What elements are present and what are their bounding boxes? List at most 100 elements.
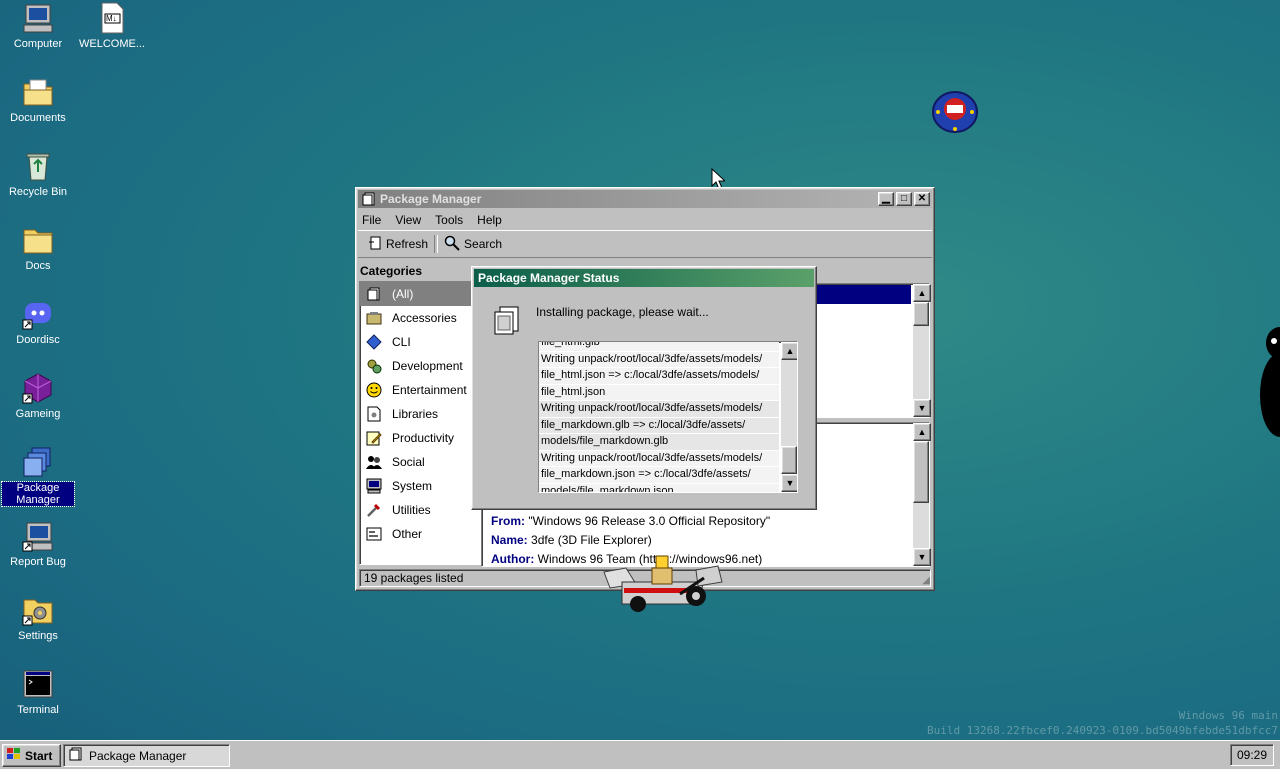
desktop-icon-documents[interactable]: Documents xyxy=(2,76,74,124)
category-libraries[interactable]: Libraries xyxy=(360,402,480,426)
other-icon xyxy=(366,526,382,542)
install-log-lines: file_html.glb Writing unpack/root/local/… xyxy=(539,342,779,492)
maximize-button[interactable]: □ xyxy=(896,192,912,206)
log-line: Writing unpack/root/local/3dfe/assets/mo… xyxy=(539,351,779,368)
scroll-thumb[interactable] xyxy=(913,302,929,326)
menu-view[interactable]: View xyxy=(395,213,421,227)
category-other[interactable]: Other xyxy=(360,522,480,546)
category-all[interactable]: (All) xyxy=(360,282,480,306)
utilities-tools-icon xyxy=(366,502,382,518)
install-log[interactable]: file_html.glb Writing unpack/root/local/… xyxy=(538,341,798,493)
category-utilities[interactable]: Utilities xyxy=(360,498,480,522)
details-name-row: Name: 3dfe (3D File Explorer) xyxy=(491,533,652,547)
category-system[interactable]: System xyxy=(360,474,480,498)
log-line: models/file_markdown.glb xyxy=(539,434,779,451)
desktop-icon-label: Gameing xyxy=(15,408,61,420)
install-log-scrollbar[interactable]: ▲ ▼ xyxy=(781,342,797,492)
desktop-icon-docs[interactable]: Docs xyxy=(2,224,74,272)
game-cube-icon xyxy=(22,372,54,404)
log-line: file_html.json => c:/local/3dfe/assets/m… xyxy=(539,368,779,385)
scroll-up-button[interactable]: ▲ xyxy=(913,284,931,302)
scroll-thumb[interactable] xyxy=(781,446,797,474)
close-button[interactable]: ✕ xyxy=(914,192,930,206)
taskbar-button-label: Package Manager xyxy=(89,748,187,763)
all-packages-icon xyxy=(366,286,382,302)
toy-car-figure xyxy=(600,548,730,620)
scroll-thumb[interactable] xyxy=(913,441,929,503)
category-productivity[interactable]: Productivity xyxy=(360,426,480,450)
markdown-file-icon: M↓ xyxy=(96,2,128,34)
scroll-up-button[interactable]: ▲ xyxy=(781,342,797,360)
minimize-button[interactable]: ▁ xyxy=(878,192,894,206)
details-from-value: "Windows 96 Release 3.0 Official Reposit… xyxy=(528,514,771,528)
details-name-value: 3dfe (3D File Explorer) xyxy=(531,533,652,547)
smiley-icon xyxy=(366,382,382,398)
details-from-label: From: xyxy=(491,514,525,528)
windows-logo-icon xyxy=(6,747,22,764)
desktop-icon-settings[interactable]: Settings xyxy=(2,594,74,642)
desktop-icon-label: Doordisc xyxy=(16,334,60,346)
log-line: Writing unpack/root/local/3dfe/assets/mo… xyxy=(539,401,779,418)
package-manager-icon xyxy=(22,446,54,478)
desktop-icon-computer[interactable]: Computer xyxy=(2,2,74,50)
dialog-title: Package Manager Status xyxy=(478,271,620,285)
scroll-down-button[interactable]: ▼ xyxy=(913,548,931,566)
desktop-icon-gameing[interactable]: Gameing xyxy=(2,372,74,420)
menu-help[interactable]: Help xyxy=(477,213,502,227)
scroll-down-button[interactable]: ▼ xyxy=(913,399,931,417)
desktop-icon-welcome[interactable]: M↓ WELCOME... xyxy=(76,2,148,50)
desktop-icon-doordisc[interactable]: Doordisc xyxy=(2,298,74,346)
social-people-icon xyxy=(366,454,382,470)
window-titlebar[interactable]: Package Manager ▁ □ ✕ xyxy=(358,190,932,208)
settings-icon xyxy=(22,594,54,626)
markdown-badge: M↓ xyxy=(106,14,117,23)
category-development[interactable]: Development xyxy=(360,354,480,378)
search-button[interactable]: Search xyxy=(438,234,508,254)
dialog-titlebar[interactable]: Package Manager Status xyxy=(474,269,814,287)
menu-tools[interactable]: Tools xyxy=(435,213,463,227)
desktop-icon-report-bug[interactable]: Report Bug xyxy=(2,520,74,568)
category-label: CLI xyxy=(392,335,411,349)
scroll-down-button[interactable]: ▼ xyxy=(781,474,797,492)
toolbar: Refresh Search xyxy=(358,230,932,258)
toy-robot-icon[interactable] xyxy=(930,85,980,135)
desktop-icon-recycle-bin[interactable]: Recycle Bin xyxy=(2,150,74,198)
category-accessories[interactable]: Accessories xyxy=(360,306,480,330)
categories-list: (All) Accessories CLI Development Entert… xyxy=(359,281,481,565)
details-scrollbar[interactable]: ▲ ▼ xyxy=(913,423,931,566)
details-author-label: Author: xyxy=(491,552,535,566)
log-line: file_html.glb xyxy=(539,342,779,352)
taskbar-button-package-manager[interactable]: Package Manager xyxy=(63,744,230,767)
category-label: Accessories xyxy=(392,311,457,325)
desktop-icon-label: Documents xyxy=(10,112,66,124)
desktop-icon-label: Docs xyxy=(25,260,51,272)
scroll-up-button[interactable]: ▲ xyxy=(913,423,931,441)
categories-heading: Categories xyxy=(360,264,423,278)
documents-folder-icon xyxy=(22,76,54,108)
clock[interactable]: 09:29 xyxy=(1230,744,1274,766)
menu-file[interactable]: File xyxy=(362,213,381,227)
category-entertainment[interactable]: Entertainment xyxy=(360,378,480,402)
category-cli[interactable]: CLI xyxy=(360,330,480,354)
category-label: Entertainment xyxy=(392,383,467,397)
computer-icon xyxy=(22,2,54,34)
start-button[interactable]: Start xyxy=(2,744,61,767)
report-bug-icon xyxy=(22,520,54,552)
build-watermark-line2: Build 13268.22fbcef0.240923-0109.bd5049b… xyxy=(927,724,1278,737)
search-label: Search xyxy=(464,237,503,251)
package-list-scrollbar[interactable]: ▲ ▼ xyxy=(913,284,931,417)
terminal-icon xyxy=(22,668,54,700)
menu-bar: File View Tools Help xyxy=(356,210,934,230)
desktop-icon-terminal[interactable]: Terminal xyxy=(2,668,74,716)
refresh-button[interactable]: Refresh xyxy=(362,234,434,254)
desktop-icon-label: Computer xyxy=(13,38,63,50)
window-title: Package Manager xyxy=(380,192,482,206)
desktop-icon-label: Settings xyxy=(18,630,58,642)
category-label: Social xyxy=(392,455,425,469)
category-social[interactable]: Social xyxy=(360,450,480,474)
system-computer-icon xyxy=(366,478,382,494)
desktop-icon-package-manager[interactable]: Package Manager xyxy=(1,446,75,507)
dialog-message: Installing package, please wait... xyxy=(536,305,709,319)
log-line: Writing unpack/root/local/3dfe/assets/mo… xyxy=(539,450,779,467)
resize-grip-icon[interactable]: ◢ xyxy=(922,575,930,586)
